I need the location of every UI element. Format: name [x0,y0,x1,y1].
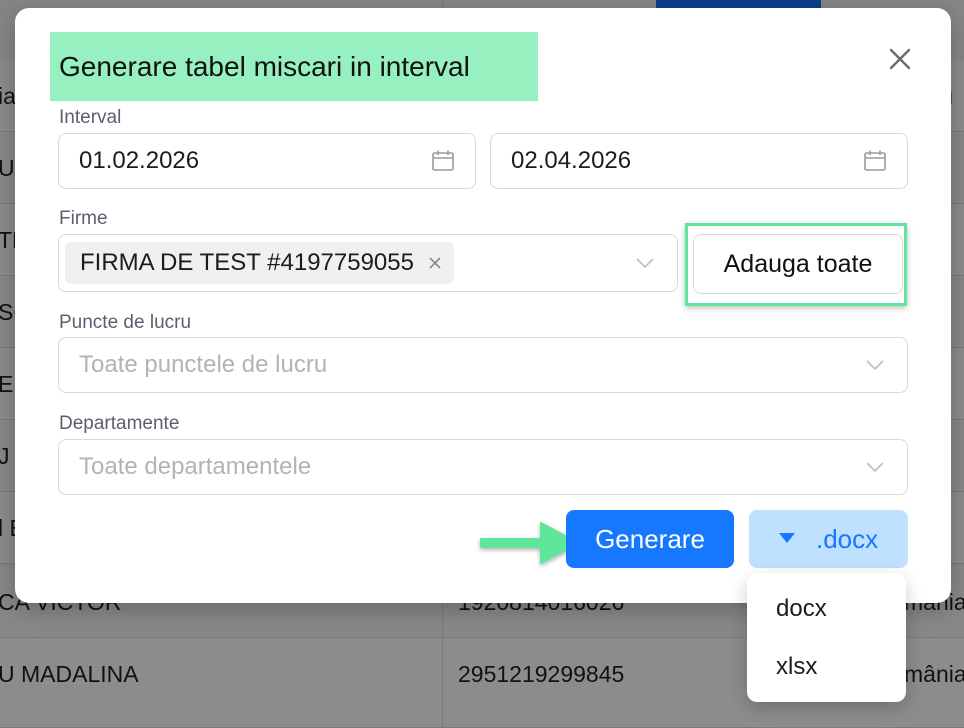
format-label: .docx [816,524,879,554]
close-icon [889,48,911,70]
departamente-placeholder: Toate departamentele [79,453,312,480]
selected-company-tag: FIRMA DE TEST #4197759055 [65,242,454,284]
format-option-xlsx[interactable]: xlsx [747,640,906,694]
puncte-placeholder: Toate punctele de lucru [79,351,328,378]
start-date-picker[interactable]: 01.02.2026 [58,133,476,189]
caret-down-icon [779,533,795,543]
puncte-label: Puncte de lucru [59,312,192,333]
modal-title: Generare tabel miscari in interval [59,51,470,82]
start-date-value: 01.02.2026 [79,147,200,174]
generate-button[interactable]: Generare [566,510,734,568]
tag-remove-icon[interactable] [426,254,444,272]
calendar-icon [864,150,886,171]
format-menu: docx xlsx [747,573,906,702]
format-dropdown-button[interactable]: .docx [749,510,908,568]
generate-movements-modal: Generare tabel miscari in interval Inter… [15,8,951,603]
chevron-down-icon [636,258,654,269]
departamente-label: Departamente [59,413,180,434]
interval-label: Interval [59,107,122,128]
puncte-select[interactable]: Toate punctele de lucru [58,337,908,393]
chevron-down-icon [866,360,884,371]
end-date-picker[interactable]: 02.04.2026 [490,133,908,189]
firme-select[interactable]: FIRMA DE TEST #4197759055 [58,234,678,292]
add-all-button[interactable]: Adauga toate [693,234,903,294]
format-option-docx[interactable]: docx [747,582,906,636]
firme-label: Firme [59,208,108,229]
close-button[interactable] [883,42,917,76]
departamente-select[interactable]: Toate departamentele [58,439,908,495]
calendar-icon [432,150,454,171]
selected-company-label: FIRMA DE TEST #4197759055 [80,249,414,276]
chevron-down-icon [866,462,884,473]
end-date-value: 02.04.2026 [511,147,632,174]
